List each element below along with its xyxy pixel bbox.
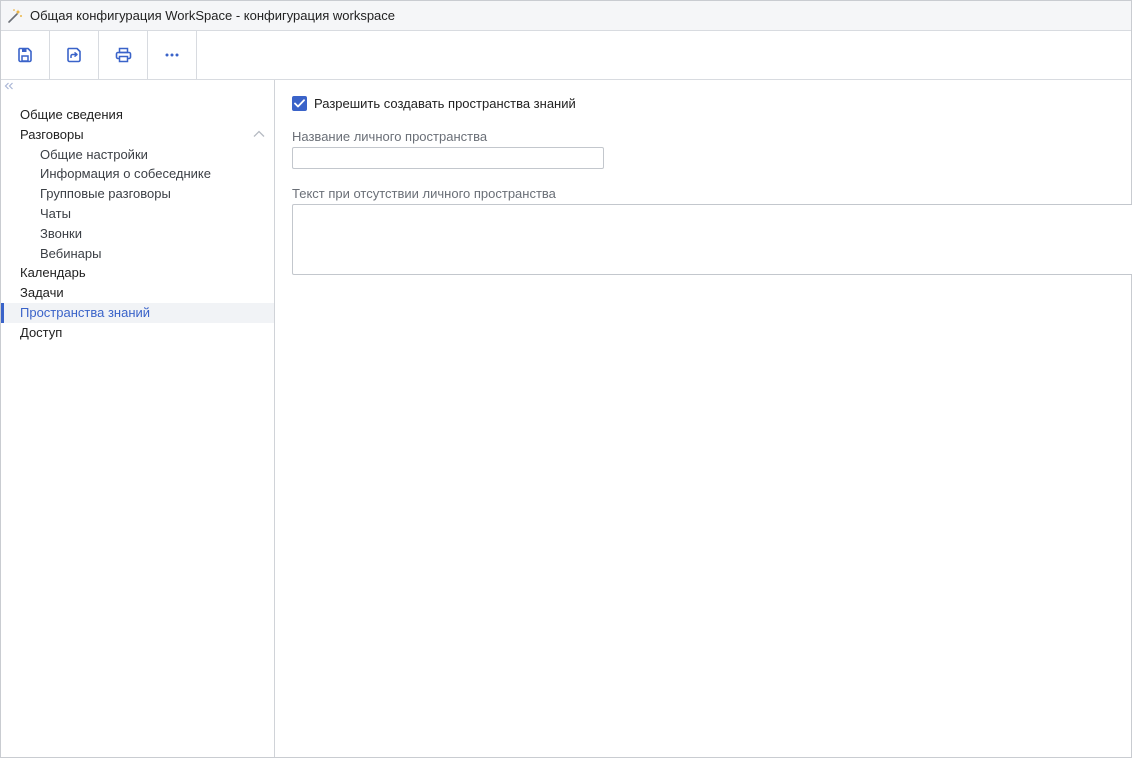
window-title: Общая конфигурация WorkSpace - конфигура… bbox=[30, 8, 396, 23]
toolbar bbox=[1, 31, 1131, 80]
sidebar-item-general-settings[interactable]: Общие настройки bbox=[1, 145, 274, 165]
sidebar-item-label: Задачи bbox=[20, 285, 64, 301]
more-icon bbox=[165, 53, 179, 57]
sidebar-item-knowledge-spaces[interactable]: Пространства знаний bbox=[1, 302, 274, 323]
sidebar-item-group-conversations[interactable]: Групповые разговоры bbox=[1, 184, 274, 204]
sidebar-item-webinars[interactable]: Вебинары bbox=[1, 244, 274, 264]
sidebar-item-label: Информация о собеседнике bbox=[40, 166, 211, 182]
sidebar: Общие сведения Разговоры Общие настройки… bbox=[1, 80, 275, 757]
save-and-close-button[interactable] bbox=[50, 31, 99, 79]
sidebar-item-label: Разговоры bbox=[20, 126, 84, 142]
print-button[interactable] bbox=[99, 31, 148, 79]
save-button[interactable] bbox=[1, 31, 50, 79]
no-space-text-area[interactable] bbox=[292, 204, 1132, 275]
main-content: Разрешить создавать пространства знаний … bbox=[276, 80, 1132, 757]
sidebar-item-label: Групповые разговоры bbox=[40, 186, 171, 202]
sidebar-item-interlocutor-info[interactable]: Информация о собеседнике bbox=[1, 164, 274, 184]
sidebar-item-label: Общие настройки bbox=[40, 146, 148, 162]
sidebar-item-calls[interactable]: Звонки bbox=[1, 224, 274, 244]
sidebar-item-general-info[interactable]: Общие сведения bbox=[1, 105, 274, 125]
sidebar-item-label: Доступ bbox=[20, 324, 63, 340]
sidebar-item-label: Звонки bbox=[40, 225, 82, 241]
sidebar-item-label: Вебинары bbox=[40, 245, 102, 261]
sidebar-item-label: Календарь bbox=[20, 265, 86, 281]
sidebar-item-label: Пространства знаний bbox=[20, 304, 151, 320]
sidebar-item-chats[interactable]: Чаты bbox=[1, 204, 274, 224]
app-window: Общая конфигурация WorkSpace - конфигура… bbox=[0, 0, 1132, 758]
magic-wand-icon bbox=[7, 8, 23, 24]
chevron-up-icon[interactable] bbox=[253, 130, 265, 138]
sidebar-item-label: Чаты bbox=[40, 205, 71, 221]
save-icon bbox=[18, 47, 32, 63]
sidebar-item-calendar[interactable]: Календарь bbox=[1, 263, 274, 283]
sidebar-nav: Общие сведения Разговоры Общие настройки… bbox=[1, 105, 274, 343]
collapse-sidebar-icon[interactable] bbox=[4, 82, 14, 90]
sidebar-item-conversations[interactable]: Разговоры bbox=[1, 125, 274, 145]
allow-spaces-checkbox[interactable] bbox=[292, 96, 307, 111]
more-button[interactable] bbox=[148, 31, 197, 79]
allow-spaces-label: Разрешить создавать пространства знаний bbox=[314, 96, 576, 111]
personal-space-name-input[interactable] bbox=[292, 147, 604, 169]
personal-space-name-label: Название личного пространства bbox=[292, 129, 488, 144]
no-space-text-label: Текст при отсутствии личного пространств… bbox=[292, 186, 556, 201]
save-and-close-icon bbox=[67, 47, 81, 63]
sidebar-item-tasks[interactable]: Задачи bbox=[1, 283, 274, 303]
sidebar-item-access[interactable]: Доступ bbox=[1, 323, 274, 343]
title-bar: Общая конфигурация WorkSpace - конфигура… bbox=[1, 1, 1131, 31]
sidebar-item-label: Общие сведения bbox=[20, 107, 123, 122]
checkmark-icon bbox=[294, 99, 305, 108]
print-icon bbox=[115, 47, 131, 63]
allow-spaces-checkbox-row[interactable]: Разрешить создавать пространства знаний bbox=[292, 96, 576, 111]
